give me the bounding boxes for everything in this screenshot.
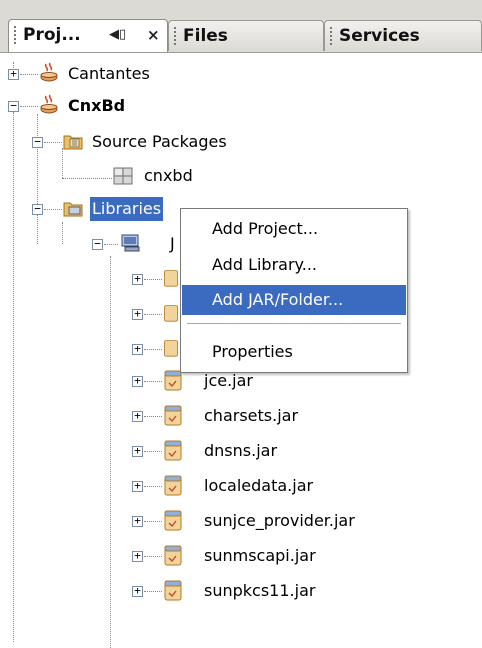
tree-node-jar[interactable]: + sunpkcs11.jar [0,579,420,603]
tab-files[interactable]: Files [168,20,324,51]
tree-node-label: Cantantes [68,64,150,83]
tree-node-label: CnxBd [68,96,126,115]
tab-projects[interactable]: Proj... ◀▯ × [8,19,168,52]
tab-drag-grip[interactable] [14,26,16,44]
collapse-minus-icon[interactable]: − [32,136,43,148]
collapse-minus-icon[interactable]: − [32,203,43,215]
tree-node-cnxbd[interactable]: − CnxBd [0,94,300,118]
tree-node-jar[interactable]: + sunmscapi.jar [0,544,420,568]
tree-node-jar[interactable]: + localedata.jar [0,474,420,498]
expand-plus-icon[interactable]: + [132,480,143,492]
tree-node-package-cnxbd[interactable]: cnxbd [0,164,320,188]
tree-node-label: cnxbd [144,166,193,185]
tree-node-label: sunmscapi.jar [204,546,316,565]
expand-plus-icon[interactable]: + [132,308,143,320]
java-project-icon [40,94,58,114]
expand-plus-icon[interactable]: + [132,343,143,355]
close-tab-icon[interactable]: × [147,20,160,50]
tab-files-label: Files [183,26,228,46]
jar-file-icon [164,475,182,496]
tree-node-jar[interactable]: + [0,302,180,326]
expand-plus-icon[interactable]: + [132,375,143,387]
window-tab-strip: Proj... ◀▯ × Files Services [0,0,482,53]
libraries-folder-icon [63,202,83,217]
tab-drag-grip[interactable] [174,27,176,45]
tree-node-label: dnsns.jar [204,441,278,460]
expand-plus-icon[interactable]: + [132,515,143,527]
tab-projects-label: Proj... [23,25,81,45]
jar-file-icon [164,340,178,357]
tree-node-label: Source Packages [92,132,227,151]
expand-plus-icon[interactable]: + [132,410,143,422]
jar-file-icon [164,270,178,287]
jdk-platform-icon [121,234,140,252]
collapse-minus-icon[interactable]: − [92,238,103,250]
tree-node-jar[interactable]: + [0,267,180,291]
tree-node-label: J [170,234,175,253]
menu-item-properties[interactable]: Properties [182,337,406,367]
tree-node-jdk[interactable]: − J [0,232,200,256]
tab-drag-grip[interactable] [330,27,332,45]
package-icon [113,167,133,185]
expand-plus-icon[interactable]: + [132,550,143,562]
libraries-context-menu: Add Project... Add Library... Add JAR/Fo… [180,208,408,373]
source-packages-folder-icon [63,135,83,150]
tree-node-label: charsets.jar [204,406,299,425]
expand-plus-icon[interactable]: + [132,585,143,597]
tab-services-label: Services [339,26,420,46]
menu-item-add-library[interactable]: Add Library... [182,250,406,280]
jar-file-icon [164,580,182,601]
tree-node-cantantes[interactable]: + Cantantes [0,62,300,86]
tree-node-jar[interactable]: + dnsns.jar [0,439,420,463]
tree-node-label: sunjce_provider.jar [204,511,355,530]
tree-node-label-selected: Libraries [90,197,164,221]
collapse-minus-icon[interactable]: − [8,100,19,112]
tree-node-jar[interactable]: + sunjce_provider.jar [0,509,420,533]
jar-file-icon [164,440,182,461]
expand-plus-icon[interactable]: + [132,273,143,285]
tab-services[interactable]: Services [324,20,482,51]
expand-plus-icon[interactable]: + [132,445,143,457]
tree-node-source-packages[interactable]: − Source Packages [0,130,320,154]
menu-separator [187,323,401,324]
jar-file-icon [164,510,182,531]
tree-node-label: sunpkcs11.jar [204,581,316,600]
menu-item-add-jar-folder[interactable]: Add JAR/Folder... [182,285,406,315]
minimize-window-icon[interactable]: ◀▯ [109,20,126,50]
tree-node-jar[interactable]: + charsets.jar [0,404,420,428]
expand-plus-icon[interactable]: + [8,68,19,80]
jar-file-icon [164,305,178,322]
jar-file-icon [164,405,182,426]
menu-item-add-project[interactable]: Add Project... [182,214,406,244]
tree-node-jar[interactable]: + [0,337,180,361]
tree-node-label: localedata.jar [204,476,314,495]
java-project-icon [40,62,58,82]
jar-file-icon [164,545,182,566]
